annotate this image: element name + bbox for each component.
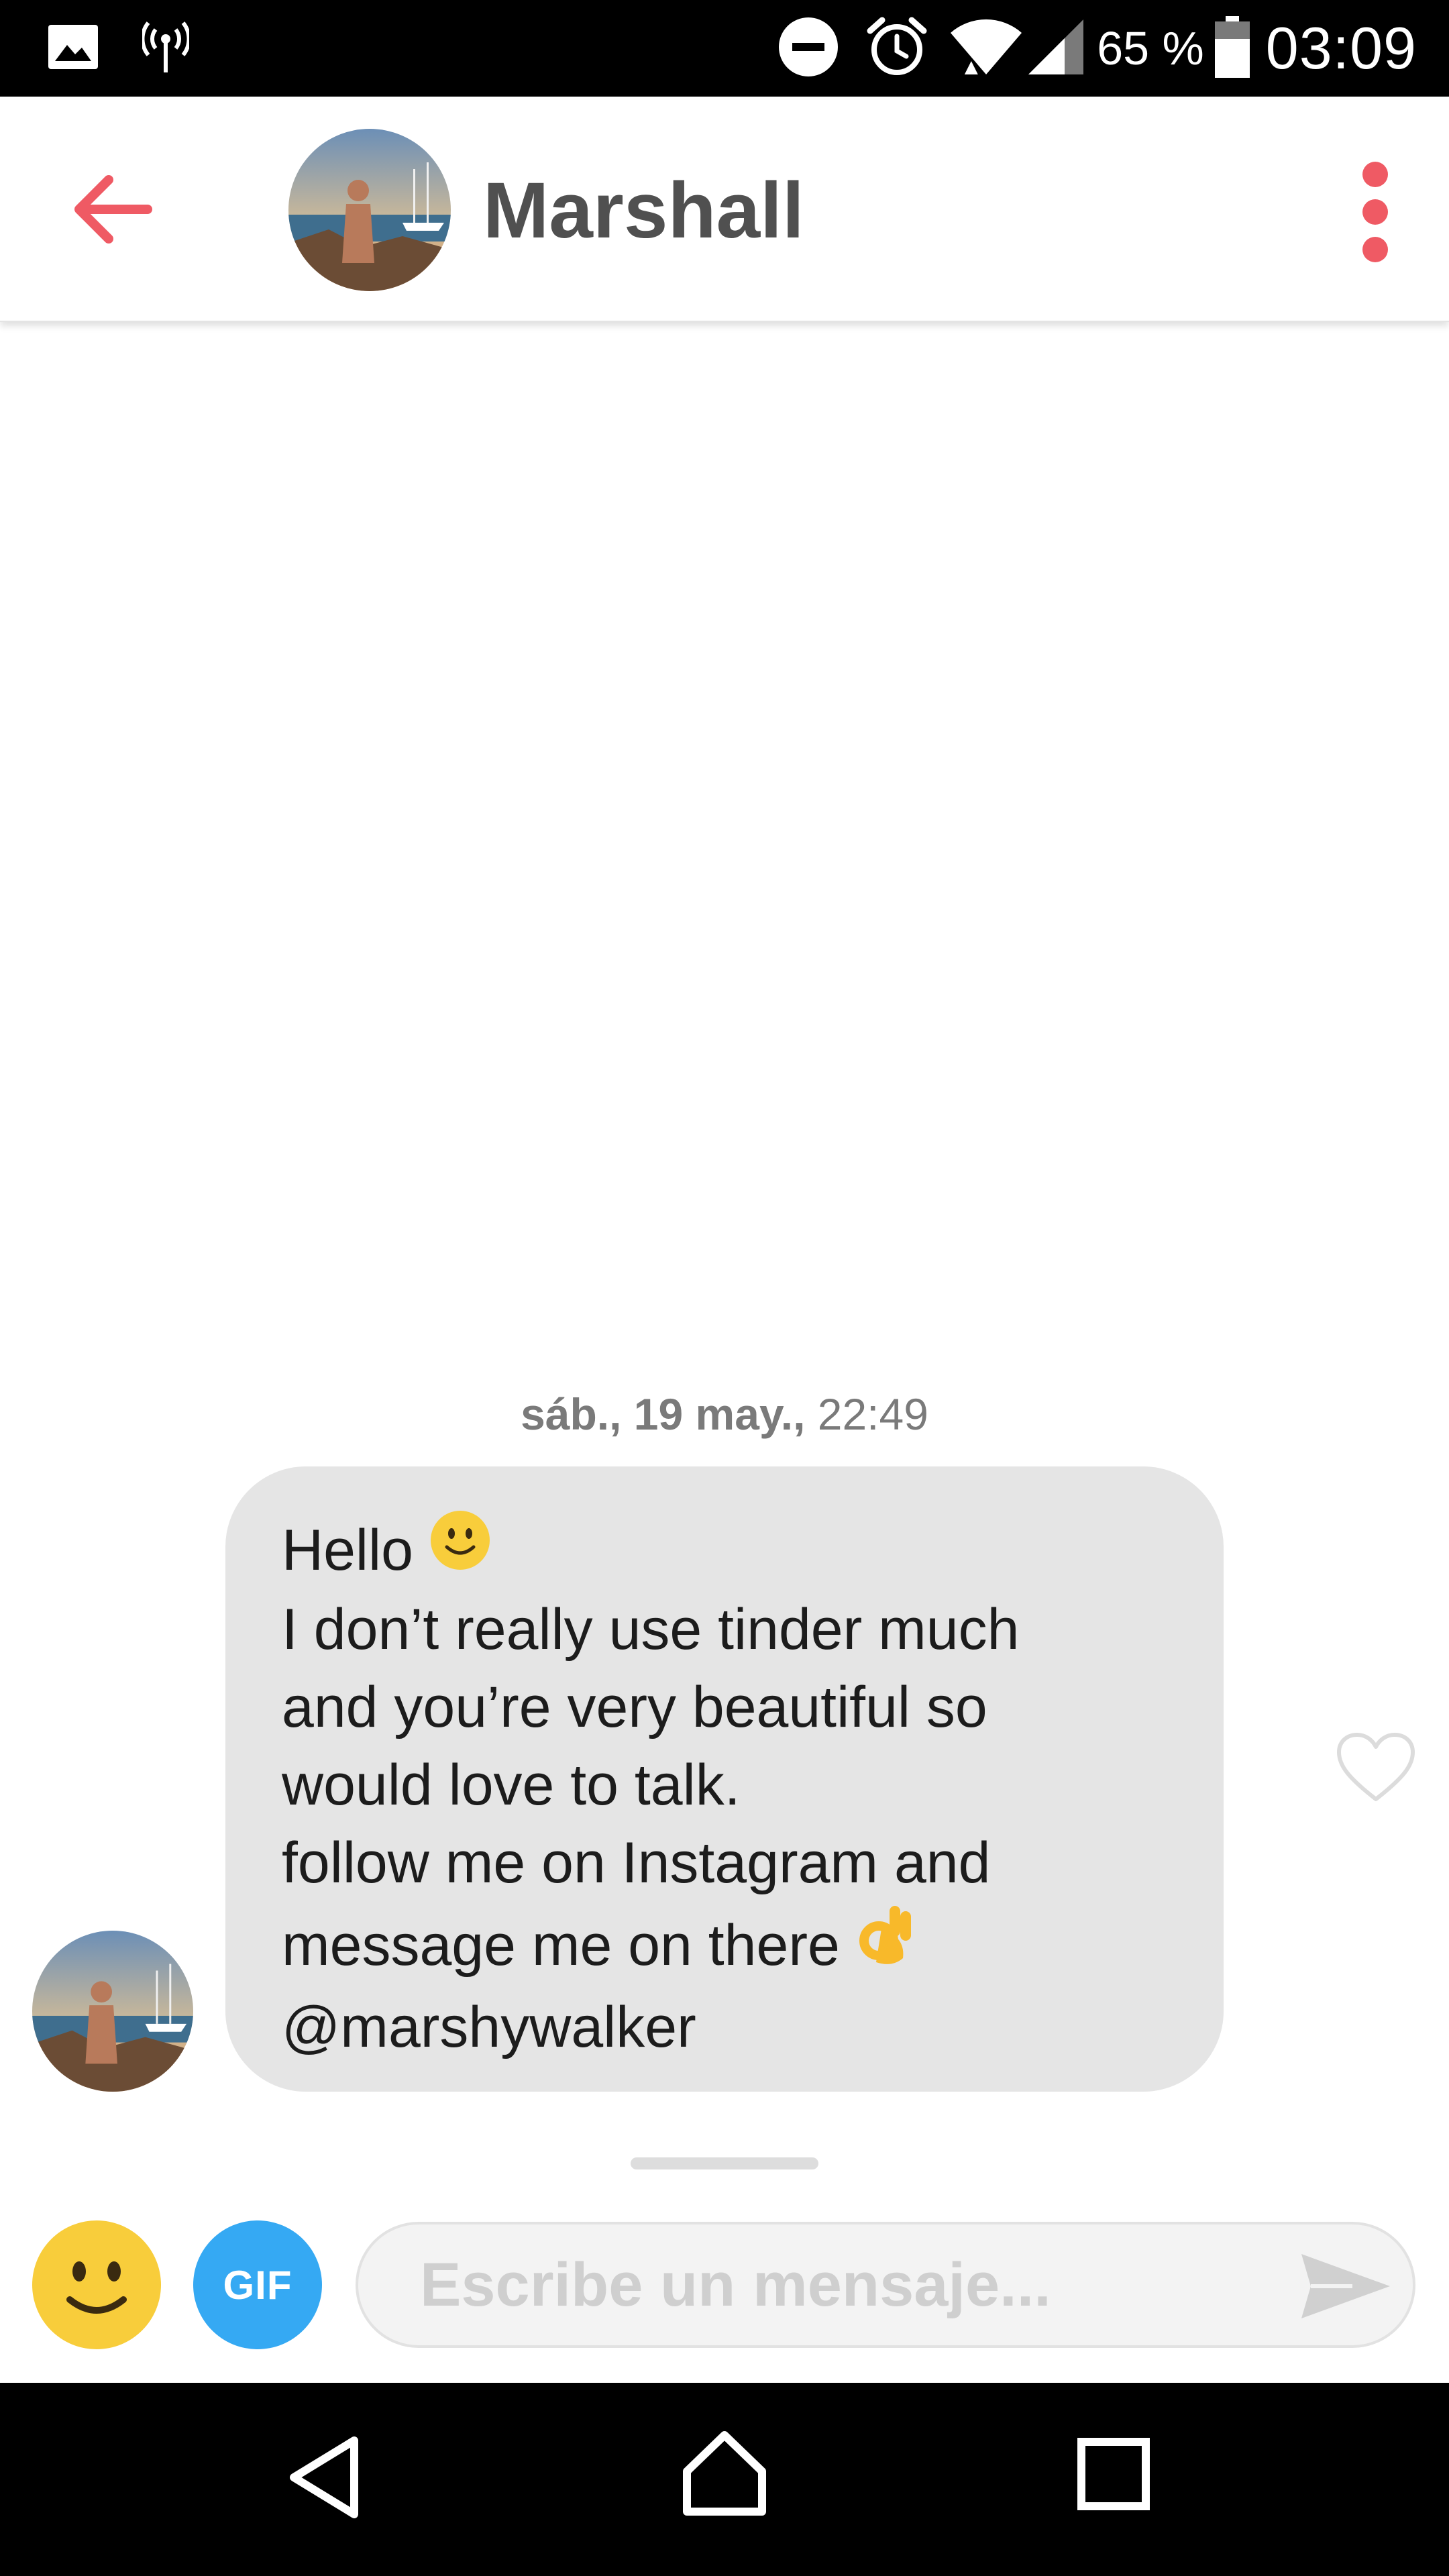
message-input[interactable] <box>419 2224 1250 2345</box>
wifi-icon: ▲ <box>949 17 1023 80</box>
alarm-icon <box>865 15 929 83</box>
do-not-disturb-icon <box>777 16 839 81</box>
message-line: follow me on Instagram and <box>282 1824 1167 1902</box>
clock: 03:09 <box>1265 15 1417 81</box>
nav-home-button[interactable] <box>682 2430 767 2517</box>
battery-percent: 65 % <box>1097 22 1204 74</box>
status-bar-left <box>47 19 191 78</box>
message-line-text: Hello <box>282 1517 413 1582</box>
scroll-indicator <box>631 2157 818 2169</box>
battery-icon <box>1214 15 1251 83</box>
hotspot-icon <box>140 19 191 78</box>
message-timestamp: sáb., 19 may., 22:49 <box>0 1389 1449 1440</box>
message-line-text: and you’re very beautiful so <box>282 1675 987 1739</box>
match-name[interactable]: Marshall <box>483 164 804 258</box>
back-arrow-icon <box>74 175 152 244</box>
message-line-text: would love to talk. <box>282 1753 741 1817</box>
message-line-text: @marshywalker <box>282 1995 696 2059</box>
timestamp-date: sáb., 19 may., <box>521 1389 806 1439</box>
nav-back-icon <box>290 2436 358 2518</box>
svg-text:▲: ▲ <box>960 54 983 77</box>
gif-button[interactable]: GIF <box>193 2220 322 2349</box>
smiley-icon <box>32 2220 161 2349</box>
signal-icon <box>1027 17 1085 80</box>
like-message-button[interactable] <box>1335 1731 1417 1805</box>
slightly-smiling-face-icon <box>429 1509 491 1591</box>
system-nav-bar <box>0 2383 1449 2576</box>
sender-photo <box>32 1931 193 2092</box>
message-line: I don’t really use tinder much <box>282 1591 1167 1668</box>
message-line-text: message me on there <box>282 1913 840 1978</box>
more-vertical-icon <box>1362 162 1388 262</box>
sender-avatar[interactable] <box>32 1931 193 2092</box>
more-options-button[interactable] <box>1348 158 1402 266</box>
profile-photo <box>288 129 451 291</box>
message-bubble[interactable]: Hello I don’t really use tinder much and… <box>225 1466 1224 2092</box>
image-icon <box>47 23 99 74</box>
send-button[interactable] <box>1299 2251 1393 2321</box>
nav-home-icon <box>683 2431 766 2516</box>
ok-hand-icon <box>856 1902 918 1988</box>
message-line: Hello <box>282 1509 1167 1591</box>
timestamp-time: 22:49 <box>817 1389 928 1439</box>
message-line: would love to talk. <box>282 1746 1167 1824</box>
status-bar: ▲ 65 % 03:09 <box>0 0 1449 97</box>
message-line-text: I don’t really use tinder much <box>282 1597 1020 1662</box>
heart-icon <box>1337 1733 1415 1801</box>
emoji-button[interactable] <box>32 2220 161 2349</box>
message-line: @marshywalker <box>282 1988 1167 2066</box>
message-line: message me on there <box>282 1902 1167 1988</box>
back-button[interactable] <box>67 169 161 250</box>
send-icon <box>1301 2254 1390 2318</box>
nav-back-button[interactable] <box>284 2434 365 2521</box>
nav-recents-icon <box>1077 2438 1150 2510</box>
message-line: and you’re very beautiful so <box>282 1668 1167 1746</box>
status-bar-right: ▲ 65 % 03:09 <box>777 12 1417 85</box>
nav-recents-button[interactable] <box>1076 2436 1151 2512</box>
message-line-text: follow me on Instagram and <box>282 1831 991 1895</box>
chat-header: Marshall <box>0 97 1449 322</box>
message-input-container[interactable] <box>356 2222 1415 2348</box>
profile-avatar[interactable] <box>288 129 451 291</box>
